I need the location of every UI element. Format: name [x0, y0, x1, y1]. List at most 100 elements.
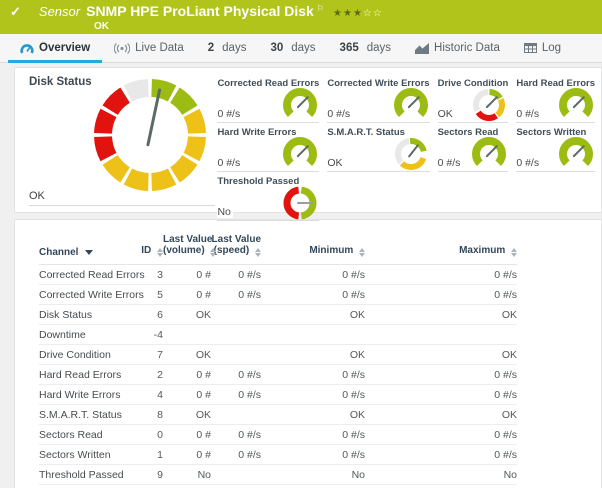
gauge-corrected-write-errors: Corrected Write Errors0 #/s: [327, 78, 429, 123]
tab-label: days: [222, 42, 246, 54]
channel-name-cell: S.M.A.R.T. Status: [39, 405, 127, 425]
channel-value-cell: No: [365, 465, 517, 485]
channel-value-cell: OK: [365, 345, 517, 365]
channel-value-cell: 0 #: [163, 445, 211, 465]
sensor-status-badge: OK: [94, 21, 594, 32]
channel-name-cell: Sectors Written: [39, 445, 127, 465]
channel-value-cell: 0 #/s: [211, 365, 261, 385]
table-row[interactable]: Sectors Read00 #0 #/s0 #/s0 #/s: [39, 425, 517, 445]
table-row[interactable]: Hard Write Errors40 #0 #/s0 #/s0 #/s: [39, 385, 517, 405]
gauge-value: 0 #/s: [516, 108, 541, 120]
column-header-maximum[interactable]: Maximum: [365, 232, 517, 265]
object-kind-label: Sensor: [39, 4, 80, 19]
channel-value-cell: OK: [163, 305, 211, 325]
table-row[interactable]: Drive Condition7OKOKOK: [39, 345, 517, 365]
tab-overview[interactable]: Overview: [8, 34, 102, 62]
gauge-icon: [20, 42, 34, 54]
tab-365-days[interactable]: 365days: [328, 34, 403, 62]
live-data-icon: [114, 43, 130, 54]
column-header-minimum[interactable]: Minimum: [261, 232, 365, 265]
star-filled-icon[interactable]: ★: [353, 8, 363, 19]
channel-value-cell: 2: [127, 365, 163, 385]
star-filled-icon[interactable]: ★: [343, 8, 353, 19]
channel-value-cell: [211, 305, 261, 325]
sort-icon: [157, 248, 163, 257]
tab-label: Overview: [39, 42, 90, 54]
channel-value-cell: [163, 325, 211, 345]
gauge-value: 0 #/s: [327, 108, 352, 120]
gauge-dial: [557, 86, 595, 129]
channel-value-cell: OK: [365, 305, 517, 325]
star-filled-icon[interactable]: ★: [333, 8, 343, 19]
column-header-last-value-speed-[interactable]: Last Value(speed): [211, 232, 261, 265]
channel-value-cell: -4: [127, 325, 163, 345]
channel-value-cell: [211, 325, 261, 345]
tab-label: days: [291, 42, 315, 54]
tab-bar: Overview Live Data 2 days 30 days 365daysHisto…: [0, 34, 602, 63]
channel-name-cell: Drive Condition: [39, 345, 127, 365]
channel-value-cell: 0 #/s: [211, 385, 261, 405]
channel-value-cell: No: [163, 465, 211, 485]
gauges-panel: Disk Status OK Corrected Read Errors0 #/…: [14, 67, 602, 213]
channel-value-cell: 0 #/s: [365, 285, 517, 305]
channel-value-cell: OK: [163, 345, 211, 365]
channel-name-cell: Hard Read Errors: [39, 365, 127, 385]
channel-value-cell: [211, 405, 261, 425]
gauge-dial: [281, 184, 319, 227]
sort-icon: [210, 248, 216, 257]
tab-number: 30: [270, 42, 283, 54]
channels-table: Channel ID Last Value(volume) Last Value…: [39, 232, 517, 485]
channel-value-cell: OK: [261, 305, 365, 325]
log-icon: [524, 43, 537, 53]
tab-live-data[interactable]: Live Data: [102, 34, 196, 62]
sort-caret-icon: [85, 250, 93, 255]
table-row[interactable]: Hard Read Errors20 #0 #/s0 #/s0 #/s: [39, 365, 517, 385]
channel-value-cell: 0 #/s: [261, 365, 365, 385]
channel-value-cell: 0 #/s: [365, 385, 517, 405]
gauge-value: 0 #/s: [438, 157, 463, 169]
tab-historic-data[interactable]: Historic Data: [403, 34, 512, 62]
column-label: Maximum: [459, 245, 505, 256]
channel-value-cell: No: [261, 465, 365, 485]
table-row[interactable]: Sectors Written10 #0 #/s0 #/s0 #/s: [39, 445, 517, 465]
channel-value-cell: [261, 325, 365, 345]
gauge-value: No: [217, 206, 232, 218]
star-empty-icon[interactable]: ☆: [373, 8, 383, 19]
channel-value-cell: 0 #: [163, 365, 211, 385]
table-row[interactable]: Corrected Read Errors30 #0 #/s0 #/s0 #/s: [39, 265, 517, 285]
column-header-last-value-volume-[interactable]: Last Value(volume): [163, 232, 211, 265]
gauge-dial: [281, 86, 319, 129]
priority-stars[interactable]: ★★★☆☆: [333, 8, 383, 19]
column-header-channel[interactable]: Channel: [39, 232, 127, 265]
gauge-dial: [470, 86, 508, 129]
channel-value-cell: 0 #: [163, 425, 211, 445]
gauge-dial: [392, 86, 430, 129]
table-row[interactable]: Threshold Passed9NoNoNo: [39, 465, 517, 485]
gauge-dial: [470, 135, 508, 178]
tab-log[interactable]: Log: [512, 34, 573, 62]
table-row[interactable]: Downtime-4: [39, 325, 517, 345]
table-row[interactable]: Disk Status6OKOKOK: [39, 305, 517, 325]
small-gauges-grid: Corrected Read Errors0 #/sCorrected Writ…: [217, 76, 595, 212]
status-check-icon: ✓: [10, 4, 21, 20]
table-row[interactable]: Corrected Write Errors50 #0 #/s0 #/s0 #/…: [39, 285, 517, 305]
tab-30-days[interactable]: 30 days: [258, 34, 327, 62]
channel-value-cell: 6: [127, 305, 163, 325]
gauge-sectors-written: Sectors Written0 #/s: [516, 127, 595, 172]
gauge-value: OK: [327, 157, 344, 169]
channel-value-cell: 0 #/s: [211, 285, 261, 305]
gauge-s-m-a-r-t-status: S.M.A.R.T. StatusOK: [327, 127, 429, 172]
column-label: ID: [141, 245, 151, 256]
priority-flag-icon: ⚐: [317, 4, 324, 13]
gauge-dial: [281, 135, 319, 178]
table-row[interactable]: S.M.A.R.T. Status8OKOKOK: [39, 405, 517, 425]
column-label: Channel: [39, 247, 78, 258]
column-header-id[interactable]: ID: [127, 232, 163, 265]
gauge-hard-read-errors: Hard Read Errors0 #/s: [516, 78, 595, 123]
tab-2-days[interactable]: 2 days: [196, 34, 259, 62]
column-label: Last Value: [212, 234, 261, 245]
star-empty-icon[interactable]: ☆: [363, 8, 373, 19]
column-label: Last Value: [163, 234, 212, 245]
gauge-hard-write-errors: Hard Write Errors0 #/s: [217, 127, 319, 172]
tab-number: 2: [208, 42, 214, 54]
